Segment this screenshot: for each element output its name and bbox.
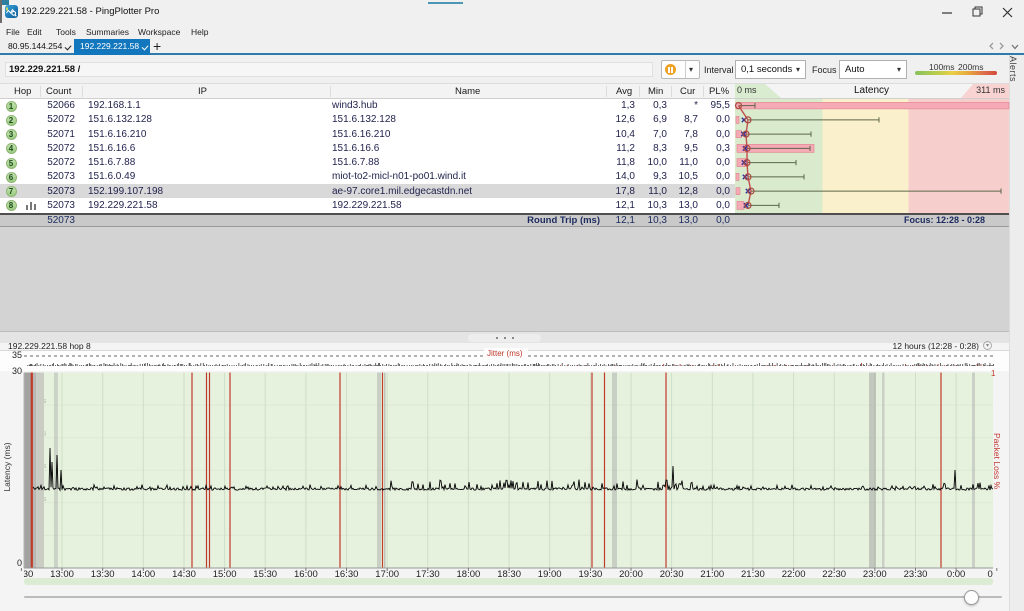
svg-text:Jitter (ms): Jitter (ms) [487, 349, 523, 358]
